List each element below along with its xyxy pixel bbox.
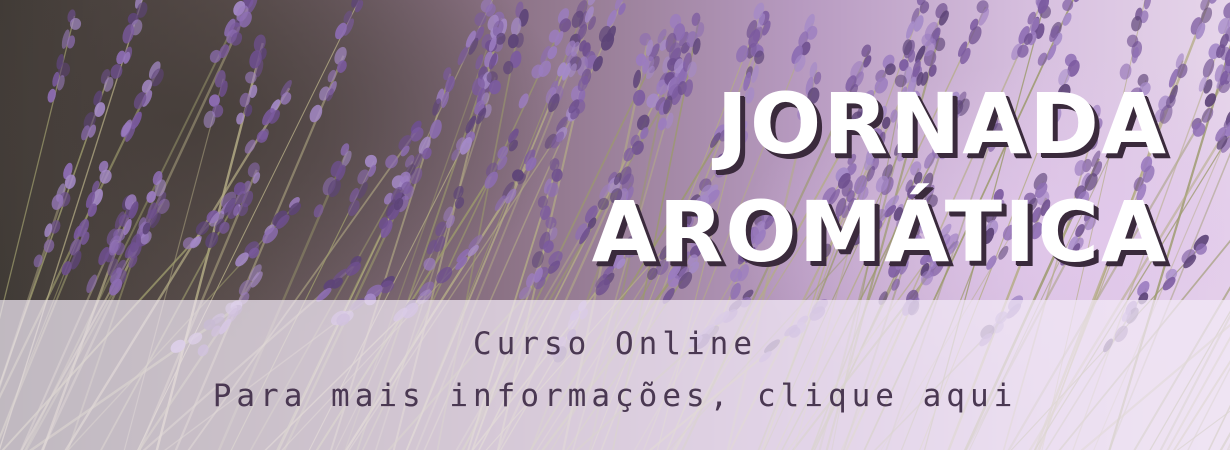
title-line-2: AROMÁTICA (591, 183, 1168, 281)
course-subtitle: Curso Online (473, 326, 757, 362)
course-banner[interactable]: JORNADA AROMÁTICA Curso Online Para mais… (0, 0, 1230, 450)
banner-title: JORNADA AROMÁTICA (548, 70, 1168, 286)
title-line-1: JORNADA (716, 75, 1168, 173)
info-bar (0, 300, 1230, 450)
more-info-link[interactable]: Para mais informações, clique aqui (0, 378, 1230, 414)
